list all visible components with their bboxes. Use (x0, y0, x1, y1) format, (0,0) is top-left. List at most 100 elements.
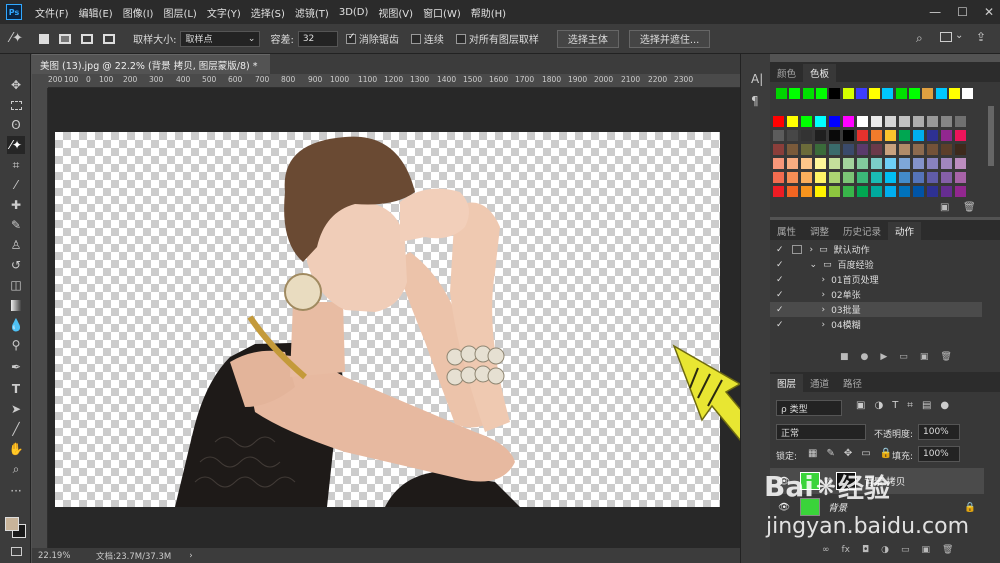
expand-chevron-icon[interactable]: › (822, 305, 826, 315)
color-swatch[interactable] (801, 158, 812, 169)
trash-icon[interactable]: 🗑 (940, 352, 951, 362)
color-swatch[interactable] (787, 158, 798, 169)
color-swatch[interactable] (941, 130, 952, 141)
color-swatch[interactable] (843, 186, 854, 197)
close-button[interactable]: ✕ (984, 5, 994, 19)
recent-swatch[interactable] (842, 88, 854, 99)
color-swatch[interactable] (843, 130, 854, 141)
lasso-tool-icon[interactable]: ʘ (7, 116, 25, 134)
horizontal-ruler[interactable]: 200 100 0 100 200 300 400 500 600 700 80… (48, 74, 740, 88)
filter-toggle-icon[interactable]: ● (940, 400, 949, 411)
lock-pixels-icon[interactable]: ▦ (808, 448, 817, 459)
color-swatch[interactable] (885, 158, 896, 169)
dodge-tool-icon[interactable]: ⚲ (7, 336, 25, 354)
antialias-checkbox[interactable] (345, 32, 356, 44)
swatches-scrollbar[interactable] (988, 106, 994, 166)
action-set-row[interactable]: ✓ ⌄ ▭ 百度经验 (770, 257, 982, 272)
menu-select[interactable]: 选择(S) (246, 5, 290, 20)
menu-help[interactable]: 帮助(H) (466, 5, 511, 20)
recent-swatch[interactable] (962, 88, 974, 99)
color-swatch[interactable] (955, 158, 966, 169)
color-swatch[interactable] (787, 116, 798, 127)
filter-adjustment-icon[interactable]: ◑ (874, 400, 883, 411)
select-and-mask-button[interactable]: 选择并遮住... (628, 29, 711, 48)
color-swatch[interactable] (829, 172, 840, 183)
color-swatch[interactable] (871, 144, 882, 155)
color-swatch[interactable] (885, 144, 896, 155)
play-icon[interactable]: ▶ (880, 352, 887, 362)
color-swatch[interactable] (801, 186, 812, 197)
color-swatch[interactable] (955, 130, 966, 141)
color-swatch[interactable] (801, 144, 812, 155)
color-swatch[interactable] (815, 158, 826, 169)
color-swatch[interactable] (871, 186, 882, 197)
ruler-origin[interactable] (32, 74, 48, 88)
action-row[interactable]: ✓ › 04模糊 (770, 317, 982, 332)
color-swatch[interactable] (941, 186, 952, 197)
recent-swatch[interactable] (829, 88, 841, 99)
history-brush-tool-icon[interactable]: ↺ (7, 256, 25, 274)
filter-type-icon[interactable]: T (892, 400, 898, 411)
marquee-tool-icon[interactable] (7, 96, 25, 114)
stop-icon[interactable]: ■ (840, 352, 849, 362)
color-swatch[interactable] (927, 144, 938, 155)
tab-channels[interactable]: 通道 (803, 374, 836, 392)
brush-tool-icon[interactable]: ✎ (7, 216, 25, 234)
color-swatch[interactable] (815, 144, 826, 155)
expand-chevron-icon[interactable]: ⌄ (810, 260, 818, 270)
blur-tool-icon[interactable]: 💧 (7, 316, 25, 334)
color-swatch[interactable] (857, 186, 868, 197)
recent-swatch[interactable] (948, 88, 960, 99)
new-swatch-icon[interactable]: ▣ (940, 202, 949, 213)
color-swatch[interactable] (927, 130, 938, 141)
filter-pixel-icon[interactable]: ▣ (856, 400, 865, 411)
color-swatch[interactable] (829, 130, 840, 141)
move-tool-icon[interactable]: ✥ (7, 76, 25, 94)
fill-input[interactable]: 100% (918, 446, 960, 462)
mode-subtract-selection-icon[interactable] (81, 33, 94, 44)
tab-history[interactable]: 历史记录 (836, 222, 888, 240)
magic-wand-preset-icon[interactable]: ⁄✦ (10, 31, 23, 46)
color-swatch[interactable] (829, 144, 840, 155)
color-swatch[interactable] (829, 116, 840, 127)
color-swatch[interactable] (927, 116, 938, 127)
mode-new-selection-icon[interactable] (39, 33, 50, 44)
color-swatch[interactable] (829, 158, 840, 169)
expand-chevron-icon[interactable]: › (822, 275, 826, 285)
all-layers-checkbox[interactable] (455, 33, 466, 44)
color-swatch[interactable] (913, 116, 924, 127)
recent-swatch[interactable] (776, 88, 787, 99)
hand-tool-icon[interactable]: ✋ (7, 440, 25, 458)
document-tab[interactable]: 美图 (13).jpg @ 22.2% (背景 拷贝, 图层蒙版/8) * × (32, 54, 277, 74)
menu-file[interactable]: 文件(F) (30, 5, 74, 20)
color-swatch[interactable] (815, 186, 826, 197)
tab-actions[interactable]: 动作 (888, 222, 922, 240)
gradient-tool-icon[interactable] (7, 296, 25, 314)
healing-brush-tool-icon[interactable]: ✚ (7, 196, 25, 214)
filter-shape-icon[interactable]: ⌗ (907, 400, 913, 411)
menu-window[interactable]: 窗口(W) (418, 5, 466, 20)
blend-mode-select[interactable]: 正常 (776, 424, 866, 440)
color-swatch[interactable] (787, 130, 798, 141)
vertical-ruler[interactable] (32, 88, 48, 548)
menu-filter[interactable]: 滤镜(T) (290, 5, 334, 20)
foreground-color-swatch[interactable] (5, 517, 19, 531)
more-tools-icon[interactable]: ··· (7, 482, 25, 500)
menu-type[interactable]: 文字(Y) (202, 5, 246, 20)
menu-layer[interactable]: 图层(L) (158, 5, 201, 20)
color-swatch[interactable] (843, 116, 854, 127)
tab-adjustments[interactable]: 调整 (803, 222, 836, 240)
color-swatch[interactable] (773, 144, 784, 155)
new-set-icon[interactable]: ▭ (899, 352, 908, 362)
color-swatch[interactable] (857, 130, 868, 141)
maximize-button[interactable]: ☐ (957, 5, 968, 19)
quick-mask-icon[interactable] (7, 542, 25, 560)
document-canvas[interactable] (55, 132, 720, 507)
color-swatch[interactable] (801, 130, 812, 141)
color-swatch[interactable] (773, 130, 784, 141)
action-row[interactable]: ✓ › 02单张 (770, 287, 982, 302)
color-swatch[interactable] (927, 172, 938, 183)
check-icon[interactable]: ✓ (776, 320, 784, 330)
new-action-icon[interactable]: ▣ (920, 352, 929, 362)
color-swatch[interactable] (955, 116, 966, 127)
